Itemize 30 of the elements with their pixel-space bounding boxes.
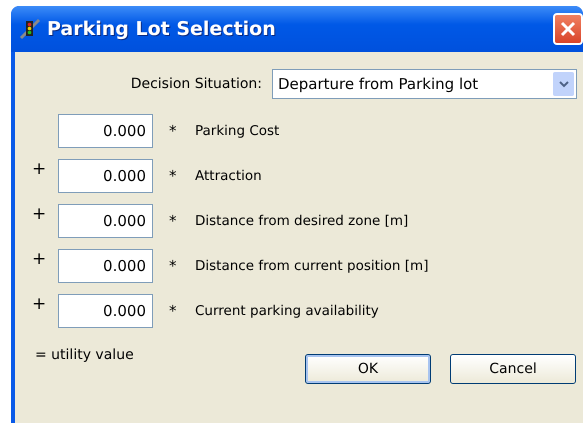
multiply-sign: * [169,302,178,320]
window-title: Parking Lot Selection [47,18,276,40]
ok-button[interactable]: OK [305,354,431,384]
term-label: Distance from current position [m] [195,258,428,274]
multiply-sign: * [169,167,178,185]
utility-value-label: = utility value [35,347,135,365]
term-label: Distance from desired zone [m] [195,213,408,229]
weight-field[interactable]: 0.000 [58,114,153,148]
decision-dropdown[interactable]: Departure from Parking lot [272,69,577,99]
term-label: Current parking availability [195,303,379,319]
plus-sign: + [32,204,48,224]
traffic-light-icon [19,18,41,40]
plus-sign: + [32,159,48,179]
term-label: Attraction [195,168,262,184]
weight-field[interactable]: 0.000 [58,249,153,283]
weight-field[interactable]: 0.000 [58,159,153,193]
multiply-sign: * [169,212,178,230]
dropdown-button[interactable] [553,72,574,96]
cancel-button[interactable]: Cancel [450,354,576,384]
plus-sign: + [32,294,48,314]
chevron-down-icon [558,80,568,88]
multiply-sign: * [169,257,178,275]
weight-field[interactable]: 0.000 [58,204,153,238]
close-icon [560,21,576,37]
plus-sign: + [32,249,48,269]
close-button[interactable] [553,13,583,45]
field-label: Decision Situation: [130,76,262,92]
multiply-sign: * [169,122,178,140]
term-label: Parking Cost [195,123,280,139]
weight-field[interactable]: 0.000 [58,294,153,328]
